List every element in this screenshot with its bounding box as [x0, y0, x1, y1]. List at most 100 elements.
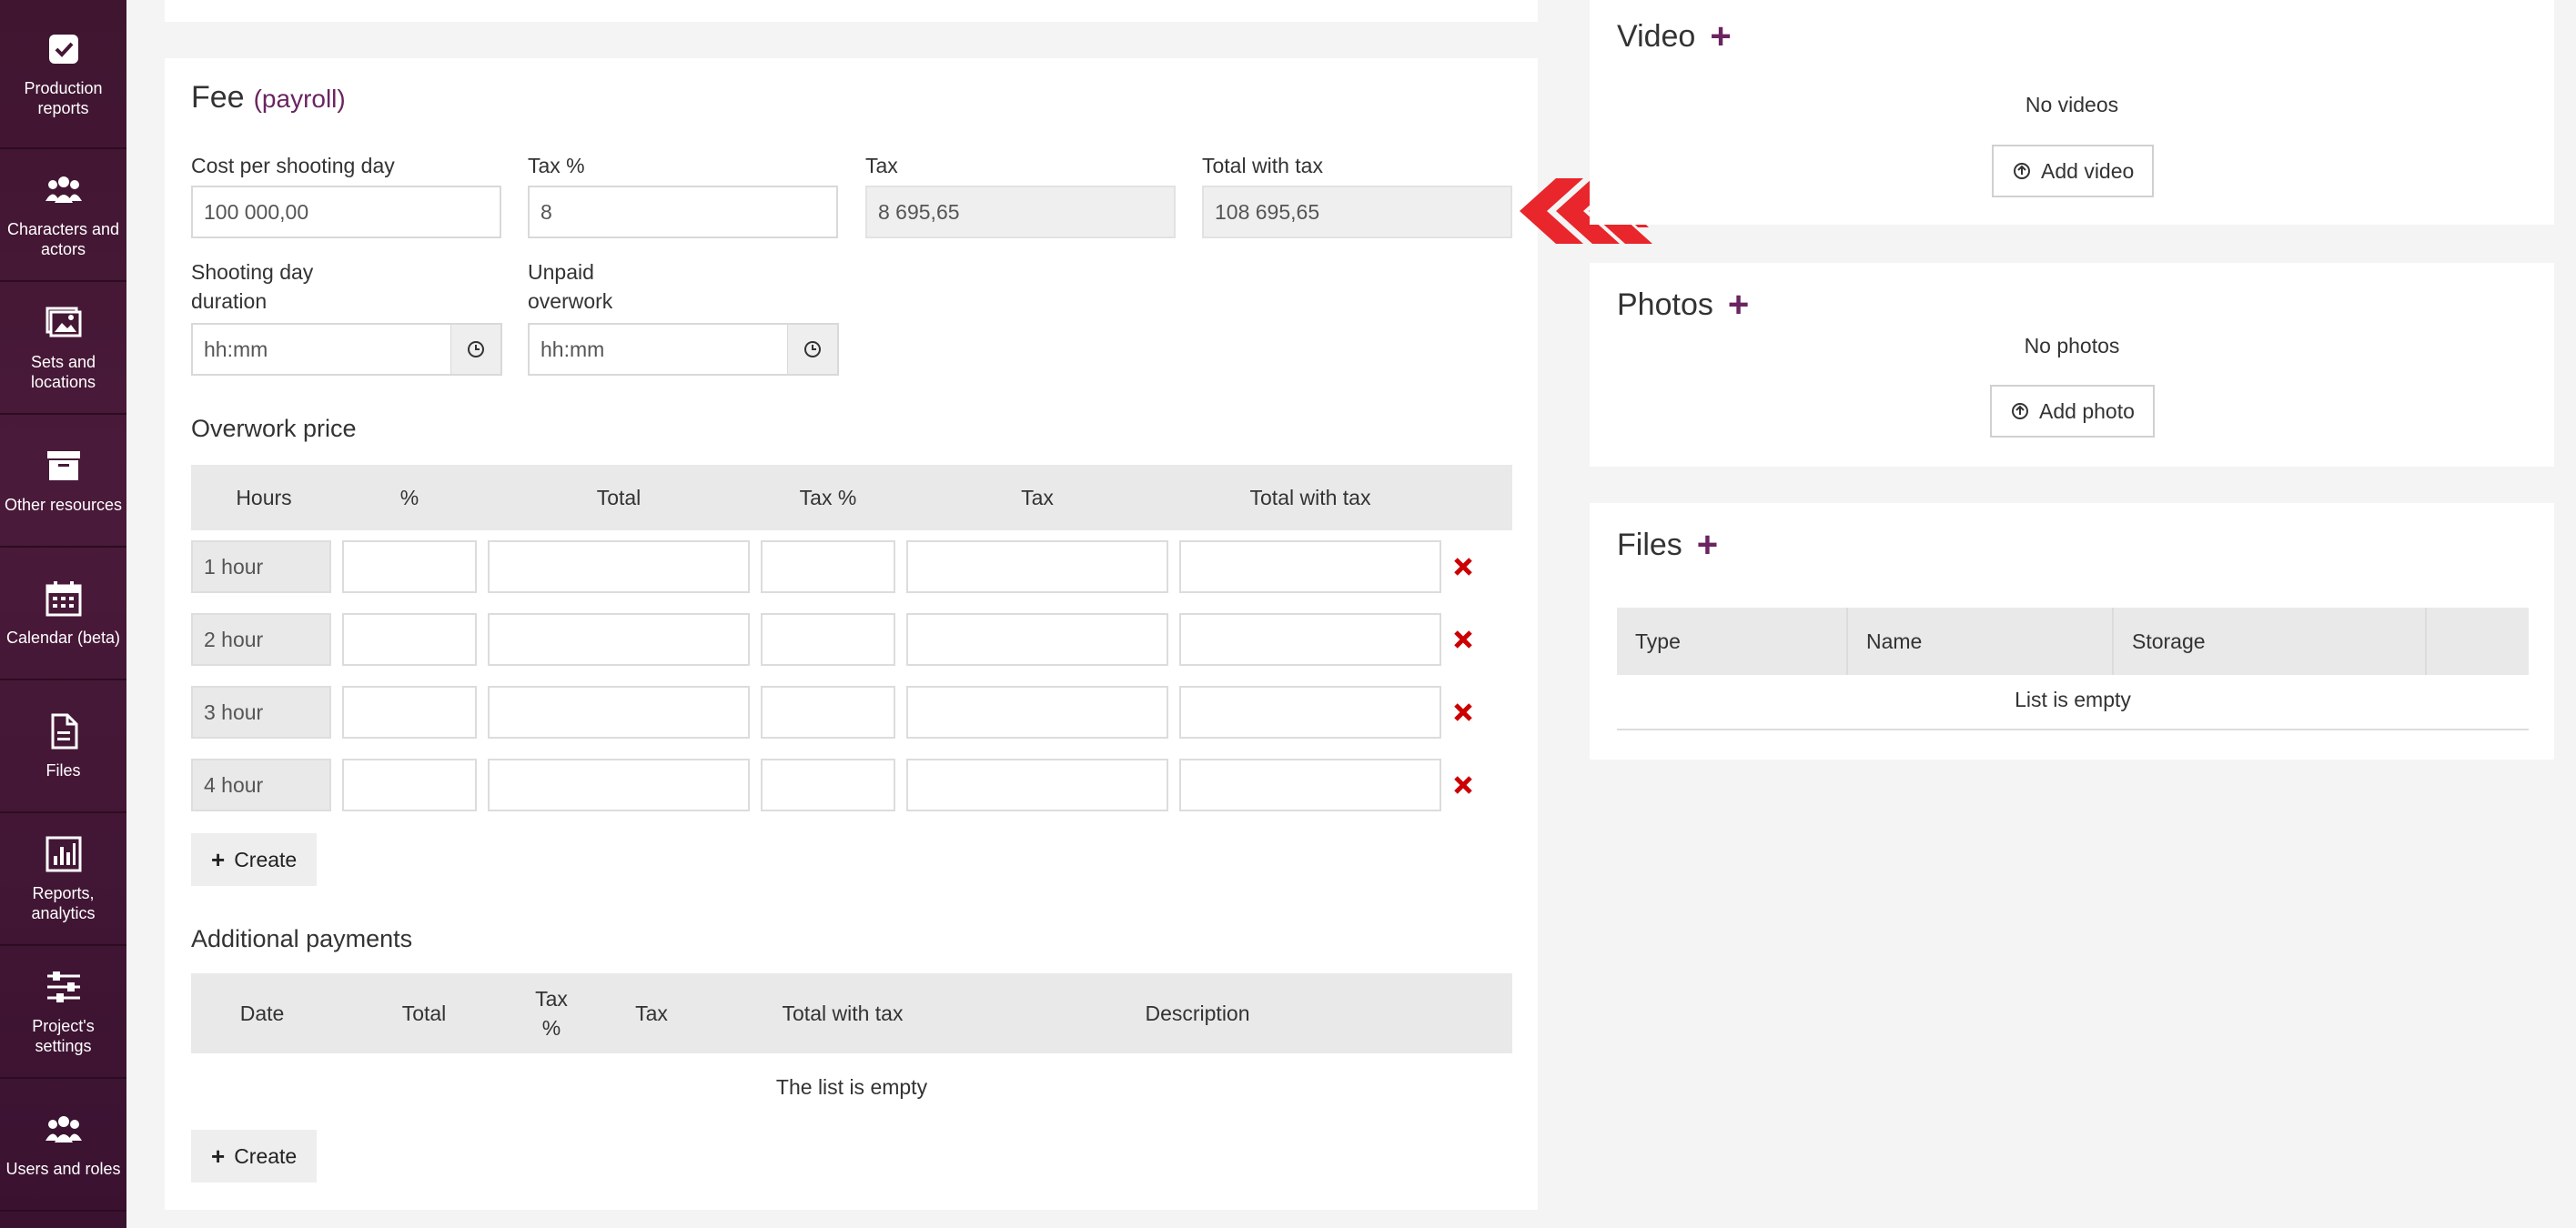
- delete-icon[interactable]: [1452, 701, 1474, 723]
- tax-pct-input[interactable]: [761, 613, 895, 666]
- upload-circle-icon: [2014, 163, 2030, 179]
- duration-input[interactable]: hh:mm: [191, 323, 452, 376]
- duration-clock-button[interactable]: [451, 323, 502, 376]
- tax-pct-input[interactable]: [761, 540, 895, 593]
- add-video-label: Add video: [2041, 158, 2135, 183]
- total-input[interactable]: [488, 540, 750, 593]
- tax-pct-input[interactable]: 8: [528, 186, 838, 238]
- hour-cell: 4 hour: [191, 759, 331, 811]
- total-with-tax-input[interactable]: [1179, 540, 1441, 593]
- th-description: Description: [1145, 1002, 1250, 1025]
- sidebar: Production reports Characters and actors…: [0, 0, 126, 1228]
- calendar-icon: [45, 581, 81, 617]
- nav-other-resources[interactable]: Other resources: [0, 415, 126, 548]
- sliders-icon: [46, 971, 80, 1002]
- cost-label: Cost per shooting day: [191, 154, 395, 177]
- duration-label-line1: Shooting day: [191, 260, 314, 284]
- add-photo-plus-icon[interactable]: +: [1728, 287, 1749, 323]
- hour-cell: 2 hour: [191, 613, 331, 666]
- th-total-with-tax: Total with tax: [782, 1002, 904, 1025]
- percent-input[interactable]: [342, 686, 477, 739]
- th-tax-pct-line2: %: [541, 1016, 561, 1040]
- nav-label: Project's settings: [32, 1017, 95, 1055]
- create-label: Create: [234, 847, 298, 871]
- delete-icon[interactable]: [1452, 556, 1474, 578]
- th-hours: Hours: [236, 486, 292, 509]
- tax-input[interactable]: [906, 540, 1168, 593]
- tax-input[interactable]: [906, 759, 1168, 811]
- overwork-table-header: Hours % Total Tax % Tax Total with tax: [191, 465, 1512, 530]
- clock-icon: [468, 341, 484, 357]
- percent-input[interactable]: [342, 540, 477, 593]
- total-input[interactable]: [488, 613, 750, 666]
- clock-icon: [804, 341, 821, 357]
- overwork-input[interactable]: hh:mm: [528, 323, 789, 376]
- fee-title-text: Fee: [191, 80, 245, 115]
- previous-panel: [165, 0, 1538, 22]
- chart-icon: [45, 836, 81, 872]
- cost-input[interactable]: 100 000,00: [191, 186, 501, 238]
- add-file-plus-icon[interactable]: +: [1697, 527, 1718, 563]
- th-tax-pct-line1: Tax: [535, 987, 568, 1011]
- add-photo-button[interactable]: Add photo: [1990, 385, 2155, 438]
- nav-calendar[interactable]: Calendar (beta): [0, 548, 126, 680]
- total-with-tax-input[interactable]: [1179, 686, 1441, 739]
- delete-icon[interactable]: [1452, 629, 1474, 650]
- percent-input[interactable]: [342, 759, 477, 811]
- add-video-button[interactable]: Add video: [1992, 145, 2155, 197]
- nav-label: Reports, analytics: [31, 884, 96, 922]
- nav-characters-and-actors[interactable]: Characters and actors: [0, 149, 126, 282]
- nav-label: Production reports: [24, 79, 103, 117]
- overwork-price-title: Overwork price: [191, 415, 357, 442]
- tax-pct-input[interactable]: [761, 759, 895, 811]
- overwork-label-line2: overwork: [528, 289, 613, 313]
- image-icon: [45, 307, 81, 337]
- files-empty-text: List is empty: [2015, 688, 2131, 711]
- tax-pct-input[interactable]: [761, 686, 895, 739]
- total-input[interactable]: [488, 686, 750, 739]
- overwork-clock-button[interactable]: [788, 323, 839, 376]
- plus-icon: +: [211, 845, 226, 873]
- archive-icon: [46, 451, 80, 480]
- total-readonly: 108 695,65: [1202, 186, 1512, 238]
- files-table-header: Type Name Storage: [1617, 608, 2529, 675]
- users-icon: [45, 176, 82, 203]
- nav-project-settings[interactable]: Project's settings: [0, 946, 126, 1079]
- nav-sets-and-locations[interactable]: Sets and locations: [0, 282, 126, 415]
- create-label: Create: [234, 1143, 298, 1168]
- file-icon: [51, 713, 77, 750]
- nav-files[interactable]: Files: [0, 680, 126, 813]
- add-video-plus-icon[interactable]: +: [1710, 18, 1731, 55]
- video-title-text: Video: [1617, 18, 1696, 54]
- nav-production-reports[interactable]: Production reports: [0, 0, 126, 149]
- total-input[interactable]: [488, 759, 750, 811]
- hour-cell: 3 hour: [191, 686, 331, 739]
- photos-title-text: Photos: [1617, 287, 1713, 322]
- duration-label-line2: duration: [191, 289, 268, 313]
- fee-title: Fee (payroll): [191, 80, 346, 116]
- tax-pct-label: Tax %: [528, 154, 585, 177]
- overwork-label: Unpaid overwork: [528, 257, 612, 316]
- percent-input[interactable]: [342, 613, 477, 666]
- additional-empty-text: The list is empty: [775, 1075, 928, 1099]
- delete-icon[interactable]: [1452, 774, 1474, 796]
- total-with-tax-input[interactable]: [1179, 613, 1441, 666]
- nav-label: Files: [45, 761, 81, 780]
- th-total: Total: [596, 486, 641, 509]
- total-with-tax-input[interactable]: [1179, 759, 1441, 811]
- fee-subtitle: (payroll): [253, 85, 346, 113]
- add-photo-label: Add photo: [2039, 398, 2135, 423]
- nav-users-and-roles[interactable]: Users and roles: [0, 1079, 126, 1212]
- th-tax: Tax: [1021, 486, 1054, 509]
- th-tax-pct: Tax %: [515, 973, 588, 1053]
- nav-reports-analytics[interactable]: Reports, analytics: [0, 813, 126, 946]
- th-date: Date: [239, 1002, 285, 1025]
- hour-cell: 1 hour: [191, 540, 331, 593]
- fee-panel: Fee (payroll) Cost per shooting day 100 0…: [165, 58, 1538, 1210]
- overwork-create-button[interactable]: + Create: [191, 833, 318, 886]
- users-icon: [45, 1116, 82, 1142]
- additional-create-button[interactable]: + Create: [191, 1130, 318, 1183]
- tax-input[interactable]: [906, 613, 1168, 666]
- tax-input[interactable]: [906, 686, 1168, 739]
- upload-circle-icon: [2012, 403, 2028, 419]
